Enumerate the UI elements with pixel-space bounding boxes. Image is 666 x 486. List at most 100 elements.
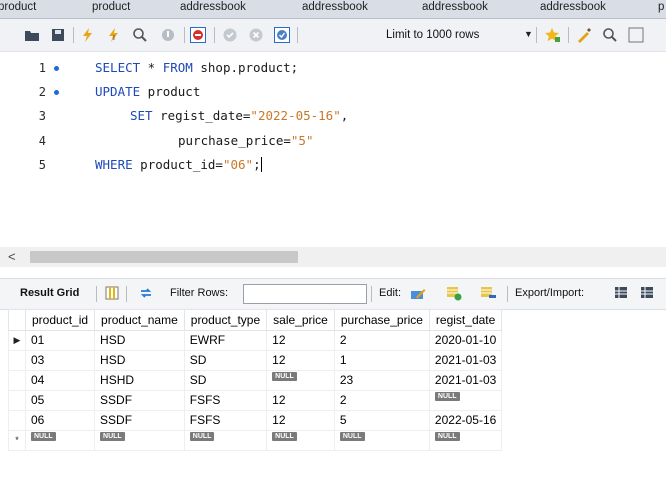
svg-text:I: I [113,35,115,42]
row-selector[interactable]: * [8,430,26,451]
filter-rows-input[interactable] [243,284,367,304]
row-selector[interactable] [8,350,26,371]
table-cell[interactable]: 5 [333,410,430,431]
table-cell[interactable]: 12 [266,410,335,431]
toggle-error-icon[interactable] [190,27,206,43]
beautify-icon[interactable] [576,27,592,43]
table-cell[interactable]: 03 [24,350,96,371]
execute-icon[interactable] [80,27,96,43]
table-cell[interactable]: 2021-01-03 [428,370,503,391]
line-number: 5 [38,158,46,172]
scrollbar-thumb[interactable] [30,251,298,263]
autocommit-icon[interactable] [274,27,290,43]
table-cell[interactable]: SSDF [94,410,185,431]
tab-product-2[interactable]: product [92,0,130,18]
table-cell[interactable]: SSDF [94,390,185,411]
table-row[interactable]: 03 HSD SD 12 1 2021-01-03 [8,350,503,371]
table-cell[interactable]: SD [183,350,268,371]
table-row[interactable]: * NULL NULL NULL NULL NULL NULL [8,430,503,451]
table-cell[interactable]: NULL [428,430,503,451]
column-header[interactable]: product_id [24,309,96,331]
table-row[interactable]: ▶ 01 HSD EWRF 12 2 2020-01-10 [8,330,503,351]
table-cell[interactable]: 12 [266,330,335,351]
table-row[interactable]: 04 HSHD SD NULL 23 2021-01-03 [8,370,503,391]
folder-icon[interactable] [24,27,40,43]
add-row-icon[interactable] [446,285,462,301]
table-cell[interactable]: NULL [94,430,185,451]
table-cell[interactable]: 12 [266,390,335,411]
export-import-label: Export/Import: [515,287,585,299]
tab-addressbook-3[interactable]: addressbook [422,0,488,18]
table-cell[interactable]: 06 [24,410,96,431]
execute-current-icon[interactable]: I [106,27,122,43]
table-cell[interactable]: HSHD [94,370,185,391]
table-cell[interactable]: 2 [333,390,430,411]
table-cell[interactable]: EWRF [183,330,268,351]
table-cell[interactable]: 23 [333,370,430,391]
result-grid-tab[interactable]: Result Grid [20,287,79,299]
invisible-icon[interactable] [628,27,644,43]
export-icon[interactable] [614,285,630,301]
find-icon[interactable] [602,27,618,43]
table-cell[interactable]: 2021-01-03 [428,350,503,371]
editor-horizontal-scrollbar[interactable]: < [0,247,666,267]
table-cell[interactable]: 12 [266,350,335,371]
stop-icon[interactable] [160,27,176,43]
table-cell[interactable]: 2020-01-10 [428,330,503,351]
table-cell[interactable]: 2 [333,330,430,351]
column-header[interactable]: product_type [183,309,268,331]
table-cell[interactable]: FSFS [183,410,268,431]
row-selector[interactable] [8,390,26,411]
column-header[interactable]: regist_date [428,309,503,331]
table-row[interactable]: 06 SSDF FSFS 12 5 2022-05-16 [8,410,503,431]
line-number: 3 [38,109,46,123]
chevron-left-icon[interactable]: < [8,249,16,264]
tab-addressbook-1[interactable]: addressbook [180,0,246,18]
column-header[interactable]: sale_price [266,309,335,331]
tab-addressbook-4[interactable]: addressbook [540,0,606,18]
tab-product-1[interactable]: product [0,0,36,18]
save-icon[interactable] [50,27,66,43]
null-badge: NULL [100,432,125,441]
code-line-4: purchase_price="5" [178,133,314,148]
import-icon[interactable] [640,285,656,301]
commit-icon[interactable] [222,27,238,43]
table-cell[interactable]: HSD [94,330,185,351]
tab-partial[interactable]: p [658,0,664,18]
null-badge: NULL [31,432,56,441]
explain-icon[interactable] [132,27,148,43]
line-number: 4 [38,134,46,148]
delete-row-icon[interactable] [480,285,496,301]
table-cell[interactable]: HSD [94,350,185,371]
result-toolbar: Result Grid Filter Rows: Edit: Export/Im… [0,278,666,310]
table-cell[interactable]: 2022-05-16 [428,410,503,431]
chevron-down-icon[interactable]: ▼ [524,29,533,39]
row-selector[interactable] [8,410,26,431]
table-cell[interactable]: SD [183,370,268,391]
table-cell[interactable]: 05 [24,390,96,411]
tab-addressbook-2[interactable]: addressbook [302,0,368,18]
sql-editor-toolbar: I Limit to 1000 rows ▼ [0,19,666,52]
table-row[interactable]: 05 SSDF FSFS 12 2 NULL [8,390,503,411]
table-cell[interactable]: NULL [183,430,268,451]
edit-row-icon[interactable] [410,285,426,301]
table-cell[interactable]: NULL [266,370,335,391]
table-cell[interactable]: NULL [24,430,96,451]
row-selector[interactable] [8,370,26,391]
sql-editor[interactable]: 1 2 3 4 5 SELECT * FROM shop.product; UP… [0,52,666,247]
table-cell[interactable]: 01 [24,330,96,351]
table-cell[interactable]: 04 [24,370,96,391]
rollback-icon[interactable] [248,27,264,43]
table-cell[interactable]: NULL [428,390,503,411]
table-cell[interactable]: NULL [266,430,335,451]
table-cell[interactable]: 1 [333,350,430,371]
limit-rows-select[interactable]: Limit to 1000 rows [386,26,479,44]
table-cell[interactable]: NULL [333,430,430,451]
column-header[interactable]: purchase_price [333,309,430,331]
grid-icon[interactable] [104,285,120,301]
bookmark-icon[interactable] [544,27,560,43]
table-cell[interactable]: FSFS [183,390,268,411]
column-header[interactable]: product_name [94,309,185,331]
row-selector[interactable]: ▶ [8,330,26,351]
refresh-icon[interactable] [138,285,154,301]
